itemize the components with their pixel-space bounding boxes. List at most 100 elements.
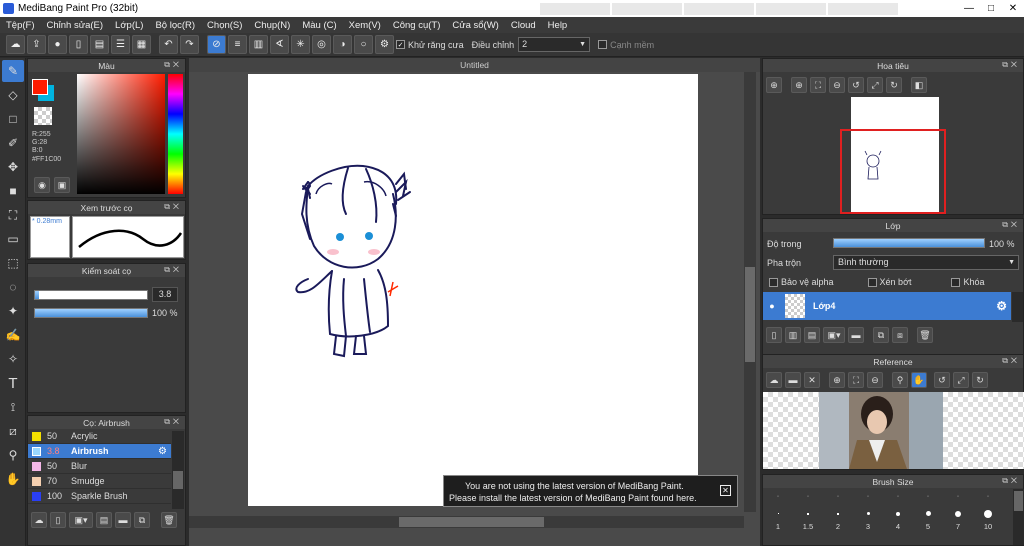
grid-icon[interactable]: ▦ bbox=[132, 35, 151, 54]
layer-scrollbar[interactable] bbox=[1012, 292, 1023, 322]
adjust-select[interactable]: 2 ▼ bbox=[518, 37, 591, 52]
color-wheel-icon[interactable]: ◉ bbox=[34, 177, 50, 193]
size-preset-2[interactable]: 2 bbox=[823, 507, 853, 531]
bg-tab[interactable] bbox=[756, 2, 826, 15]
menu-select[interactable]: Chọn(S) bbox=[201, 20, 248, 31]
zoom-fit-icon[interactable]: ⊕ bbox=[791, 77, 807, 93]
zoom-out-icon[interactable]: ⊖ bbox=[829, 77, 845, 93]
soft-edge-checkbox[interactable] bbox=[598, 40, 608, 49]
size-preset-placeholder[interactable]: · bbox=[853, 491, 883, 500]
size-preset-3[interactable]: 3 bbox=[853, 507, 883, 531]
add-brush-icon[interactable]: ▣▾ bbox=[69, 512, 93, 528]
new-layer-icon[interactable]: ▯ bbox=[766, 327, 782, 343]
layer-opacity-slider[interactable] bbox=[833, 238, 985, 248]
drawing-canvas[interactable] bbox=[248, 74, 698, 506]
operation-tool-icon[interactable]: ⟟ bbox=[2, 396, 24, 418]
undo-icon[interactable]: ↶ bbox=[159, 35, 178, 54]
brush-list-scrollbar[interactable] bbox=[172, 431, 184, 509]
menu-file[interactable]: Tệp(F) bbox=[0, 20, 41, 31]
menu-tools[interactable]: Công cụ(T) bbox=[387, 20, 447, 31]
new-brush-icon[interactable]: ▯ bbox=[50, 512, 66, 528]
close-notice-icon[interactable]: ✕ bbox=[720, 485, 731, 496]
settings-snap-icon[interactable]: ⚙ bbox=[375, 35, 394, 54]
copy-brush-icon[interactable]: ⧉ bbox=[134, 512, 150, 528]
menu-edit[interactable]: Chỉnh sửa(E) bbox=[41, 20, 110, 31]
protect-alpha-checkbox[interactable] bbox=[769, 277, 778, 287]
panel-controls[interactable]: ⧉✕ bbox=[1002, 60, 1020, 70]
new-doc-icon[interactable]: ▯ bbox=[69, 35, 88, 54]
update-notice[interactable]: You are not using the latest version of … bbox=[443, 475, 738, 507]
radial-snap-icon[interactable]: ✳ bbox=[291, 35, 310, 54]
share-icon[interactable]: ⇪ bbox=[27, 35, 46, 54]
open-file-icon[interactable]: ▬ bbox=[785, 372, 801, 388]
canvas-vertical-scrollbar[interactable] bbox=[744, 72, 756, 512]
hand-tool-icon[interactable]: ✋ bbox=[2, 468, 24, 490]
size-preset-placeholder[interactable]: · bbox=[973, 491, 1003, 500]
duplicate-layer-icon[interactable]: ⧉ bbox=[873, 327, 889, 343]
layer-name[interactable]: Lớp4 bbox=[813, 301, 835, 311]
close-icon[interactable]: ✕ bbox=[1002, 0, 1024, 17]
size-preset-placeholder[interactable]: · bbox=[883, 491, 913, 500]
folder-icon[interactable]: ▬ bbox=[115, 512, 131, 528]
panel-controls[interactable]: ⧉✕ bbox=[164, 202, 182, 212]
gear-icon[interactable]: ⚙ bbox=[996, 299, 1007, 313]
minimize-icon[interactable]: — bbox=[958, 0, 980, 17]
fit-icon[interactable]: ⛶ bbox=[848, 372, 864, 388]
size-preset-10[interactable]: 10 bbox=[973, 507, 1003, 531]
panel-controls[interactable]: ⧉✕ bbox=[164, 265, 182, 275]
new-halftone-layer-icon[interactable]: ▥ bbox=[785, 327, 801, 343]
gear-icon[interactable]: ⚙ bbox=[158, 446, 167, 457]
document-tab[interactable]: Untitled bbox=[189, 58, 760, 72]
size-preset-4[interactable]: 4 bbox=[883, 507, 913, 531]
text-tool-icon[interactable]: T bbox=[2, 372, 24, 394]
list-icon[interactable]: ☰ bbox=[111, 35, 130, 54]
brush-size-scrollbar[interactable] bbox=[1013, 489, 1024, 545]
zoom-out-icon[interactable]: ⊖ bbox=[867, 372, 883, 388]
layer-row[interactable]: ● Lớp4 ⚙ bbox=[763, 292, 1011, 320]
menu-capture[interactable]: Chụp(N) bbox=[248, 20, 296, 31]
palette-icon[interactable]: ▣ bbox=[54, 177, 70, 193]
zoom-in-icon[interactable]: ⊕ bbox=[829, 372, 845, 388]
fullscreen-icon[interactable]: ⤢ bbox=[867, 77, 883, 93]
menu-layer[interactable]: Lớp(L) bbox=[109, 20, 149, 31]
no-snap-icon[interactable]: ⊘ bbox=[207, 35, 226, 54]
delete-layer-icon[interactable]: 🗑 bbox=[917, 327, 933, 343]
select-eraser-tool-icon[interactable]: ✧ bbox=[2, 348, 24, 370]
menu-view[interactable]: Xem(V) bbox=[343, 20, 387, 31]
size-preset-placeholder[interactable]: · bbox=[793, 491, 823, 500]
brush-settings-icon[interactable]: ▤ bbox=[96, 512, 112, 528]
hue-slider[interactable] bbox=[168, 74, 183, 194]
eraser-tool-icon[interactable]: ◇ bbox=[2, 84, 24, 106]
rotate-right-icon[interactable]: ↻ bbox=[886, 77, 902, 93]
grid-snap-icon[interactable]: ▥ bbox=[249, 35, 268, 54]
eye-icon[interactable]: ● bbox=[763, 301, 781, 311]
brush-item-blur[interactable]: 50 Blur bbox=[28, 459, 171, 474]
bucket-tool-icon[interactable]: ⛶ bbox=[2, 204, 24, 226]
navigator-viewport-frame[interactable] bbox=[840, 129, 946, 214]
size-preset-placeholder[interactable]: · bbox=[823, 491, 853, 500]
hand-icon[interactable]: ✋ bbox=[911, 372, 927, 388]
size-preset-placeholder[interactable]: · bbox=[913, 491, 943, 500]
bg-tab[interactable] bbox=[540, 2, 610, 15]
clipping-checkbox[interactable] bbox=[867, 277, 877, 287]
panel-controls[interactable]: ⧉✕ bbox=[1002, 356, 1020, 366]
delete-icon[interactable]: 🗑 bbox=[161, 512, 177, 528]
gradient-tool-icon[interactable]: ▭ bbox=[2, 228, 24, 250]
curve-snap-icon[interactable]: ◑ bbox=[333, 35, 352, 54]
panel-controls[interactable]: ⧉✕ bbox=[1002, 220, 1020, 230]
cloud-open-icon[interactable]: ☁ bbox=[766, 372, 782, 388]
doc-icon[interactable]: ▤ bbox=[90, 35, 109, 54]
fit-window-icon[interactable]: ⛶ bbox=[810, 77, 826, 93]
bg-tab[interactable] bbox=[684, 2, 754, 15]
move-tool-icon[interactable]: ✥ bbox=[2, 156, 24, 178]
magic-wand-tool-icon[interactable]: ✦ bbox=[2, 300, 24, 322]
flip-icon[interactable]: ◧ bbox=[911, 77, 927, 93]
size-preset-placeholder[interactable]: · bbox=[943, 491, 973, 500]
size-preset-7[interactable]: 7 bbox=[943, 507, 973, 531]
concentric-snap-icon[interactable]: ◎ bbox=[312, 35, 331, 54]
parallel-snap-icon[interactable]: ≡ bbox=[228, 35, 247, 54]
dot-tool-icon[interactable]: □ bbox=[2, 108, 24, 130]
transparent-swatch[interactable] bbox=[34, 107, 52, 125]
brush-item-airbrush[interactable]: 3.8 Airbrush ⚙ bbox=[28, 444, 171, 459]
add-layer-menu-icon[interactable]: ▣▾ bbox=[823, 327, 845, 343]
